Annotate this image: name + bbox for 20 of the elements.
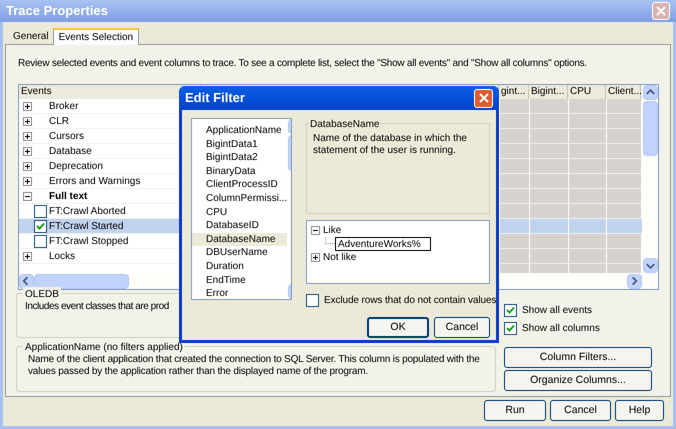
event-label: FT:Crawl Started <box>49 220 124 234</box>
description-text: Includes event classes that are prod <box>25 301 169 313</box>
category-label: Broker <box>49 100 78 114</box>
checkbox-label: Exclude rows that do not contain values <box>324 294 496 308</box>
category-label: Errors and Warnings <box>49 174 140 188</box>
category-label: Cursors <box>49 130 84 144</box>
category-label: Deprecation <box>49 160 103 174</box>
checkbox-label: Show all events <box>522 304 592 318</box>
category-label: CLR <box>49 114 70 128</box>
category-label: Full text <box>49 190 88 204</box>
group-title: ApplicationName (no filters applied) <box>23 340 185 355</box>
event-label: FT:Crawl Stopped <box>49 234 128 248</box>
category-label: Locks <box>49 250 76 264</box>
window-title: Trace Properties <box>6 2 108 20</box>
category-label: Database <box>49 144 92 158</box>
instruction-text: Review selected events and event columns to trace. To see a complete list, select the "Show all events" and "Show all columns" options. <box>18 57 587 71</box>
group-title: OLEDB <box>23 287 61 302</box>
description-text: Name of the client application that created the connection to SQL Server. This column is populated with the values passed by the application rather than the displayed name of the program. <box>28 354 481 378</box>
event-label: FT:Crawl Aborted <box>49 204 126 218</box>
checkbox-label: Show all columns <box>522 322 600 336</box>
